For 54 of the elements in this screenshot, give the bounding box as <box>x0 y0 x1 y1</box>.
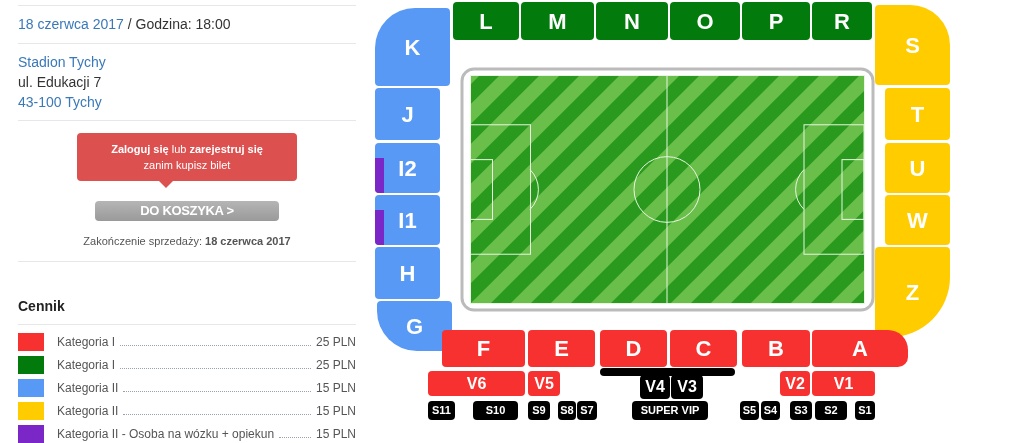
price: 15 PLN <box>315 403 356 420</box>
stadium-sector[interactable]: L <box>453 2 519 40</box>
stadium-sector[interactable]: K <box>375 8 450 86</box>
stadium-sector[interactable]: H <box>375 247 440 299</box>
stadium-sector[interactable]: S10 <box>473 401 518 420</box>
stadium-sector[interactable]: S11 <box>428 401 455 420</box>
stadium-sector[interactable]: S3 <box>790 401 812 420</box>
stadium-sector[interactable]: F <box>442 330 525 367</box>
event-time: / Godzina: 18:00 <box>127 14 231 34</box>
venue-name[interactable]: Stadion Tychy <box>18 51 106 72</box>
category-label: Kategoria II <box>57 403 119 420</box>
price-list-title: Cennik <box>18 298 65 314</box>
stadium-sector[interactable]: M <box>521 2 594 40</box>
stadium-sector[interactable]: S1 <box>855 401 875 420</box>
stadium-sector[interactable]: I2 <box>375 143 440 193</box>
stadium-sector[interactable]: S4 <box>761 401 780 420</box>
stadium-sector[interactable]: D <box>600 330 667 367</box>
stadium-sector[interactable]: S9 <box>528 401 550 420</box>
price: 15 PLN <box>315 426 356 443</box>
category-label: Kategoria II <box>57 380 119 397</box>
stadium-sector[interactable]: V5 <box>528 371 560 396</box>
venue-city[interactable]: 43-100 Tychy <box>18 91 102 112</box>
stadium-sector[interactable]: N <box>596 2 668 40</box>
stadium-sector[interactable]: V3 <box>671 375 703 399</box>
stadium-sector[interactable]: R <box>812 2 872 40</box>
stadium-sector[interactable]: A <box>812 330 908 367</box>
stadium-sector[interactable]: O <box>670 2 740 40</box>
stadium-sector[interactable]: V4 <box>640 375 670 399</box>
stadium-sector[interactable]: S2 <box>815 401 847 420</box>
stadium-sector[interactable]: E <box>528 330 595 367</box>
stadium-sector[interactable]: G <box>377 301 452 351</box>
stadium-sector[interactable]: S7 <box>577 401 597 420</box>
stadium-sector[interactable]: V2 <box>780 371 810 396</box>
stadium-sector[interactable]: B <box>742 330 810 367</box>
venue-street: ul. Edukacji 7 <box>18 72 102 92</box>
stadium-sector[interactable]: P <box>742 2 810 40</box>
stadium-sector[interactable]: C <box>670 330 737 367</box>
stadium-sector[interactable]: I1 <box>375 195 440 245</box>
stadium-sector[interactable]: V6 <box>428 371 525 396</box>
event-date[interactable]: 18 czerwca 2017 <box>18 13 124 35</box>
stadium-sector[interactable]: V1 <box>812 371 875 396</box>
stadium-sector[interactable]: SUPER VIP <box>632 401 708 420</box>
category-label: Kategoria II - Osoba na wózku + opiekun <box>57 426 275 443</box>
login-notice: Zaloguj się lub zarejestruj się <box>111 141 263 157</box>
stadium-sector[interactable]: S8 <box>558 401 576 420</box>
price: 25 PLN <box>315 334 356 351</box>
stadium-sector[interactable]: J <box>375 88 440 140</box>
category-label: Kategoria I <box>57 334 116 351</box>
category-label: Kategoria I <box>57 357 116 374</box>
login-subtext: zanim kupisz bilet <box>143 157 231 173</box>
price: 25 PLN <box>315 357 356 374</box>
stadium-sector[interactable]: S5 <box>740 401 759 420</box>
sale-end-text: Zakończenie sprzedaży: 18 czerwca 2017 <box>83 234 291 247</box>
price: 15 PLN <box>315 380 356 397</box>
